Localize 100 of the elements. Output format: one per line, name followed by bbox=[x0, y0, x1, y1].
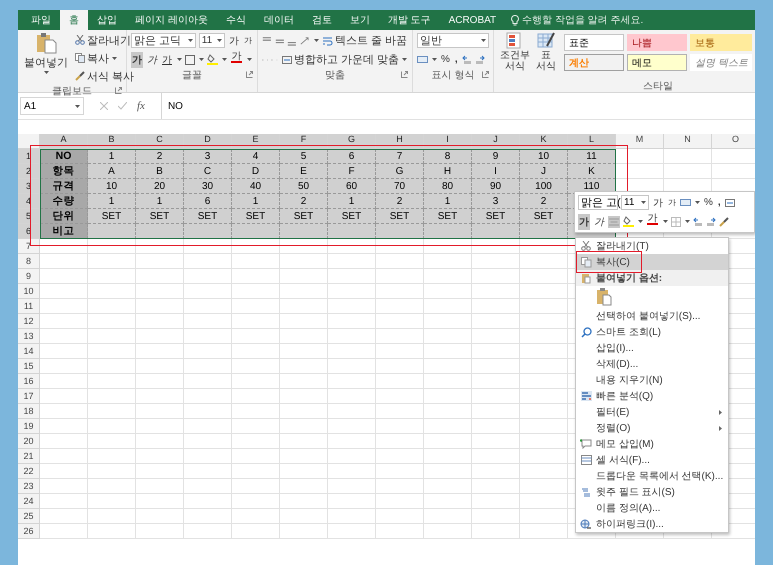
row-header[interactable]: 10 bbox=[18, 284, 40, 299]
comma-button[interactable]: , bbox=[716, 194, 722, 210]
paste-icon[interactable] bbox=[596, 288, 612, 306]
italic-button[interactable]: 가 bbox=[593, 214, 605, 230]
caret-icon[interactable] bbox=[481, 39, 486, 42]
caret-icon[interactable] bbox=[188, 39, 193, 42]
menu-item[interactable]: 윗주 필드 표시(S) bbox=[576, 484, 728, 500]
font-color-button[interactable]: 가 bbox=[646, 214, 659, 230]
format-painter-button[interactable]: 서식 복사 bbox=[74, 68, 136, 84]
ribbon-tab[interactable]: 파일 bbox=[22, 10, 60, 30]
paste-button[interactable]: 붙여넣기 bbox=[22, 32, 70, 84]
cell-style[interactable]: 나쁨 bbox=[627, 34, 687, 51]
fill-color-icon[interactable] bbox=[623, 216, 634, 227]
row-header[interactable]: 26 bbox=[18, 524, 40, 539]
menu-item[interactable]: 선택하여 붙여넣기(S)... bbox=[576, 308, 728, 324]
caret-icon[interactable] bbox=[199, 58, 204, 61]
caret-icon[interactable] bbox=[641, 201, 646, 204]
ribbon-tab[interactable]: 홈 bbox=[60, 10, 88, 30]
row-header[interactable]: 19 bbox=[18, 419, 40, 434]
check-icon[interactable] bbox=[118, 102, 127, 110]
column-header[interactable]: B bbox=[88, 134, 136, 149]
row-header[interactable]: 15 bbox=[18, 359, 40, 374]
ribbon-tab[interactable]: 수식 bbox=[216, 10, 255, 30]
row-header[interactable]: 13 bbox=[18, 329, 40, 344]
ribbon-tab[interactable]: 개발 도구 bbox=[378, 10, 440, 30]
ribbon-tab[interactable]: 페이지 레이아웃 bbox=[126, 10, 217, 30]
row-header[interactable]: 16 bbox=[18, 374, 40, 389]
currency-icon[interactable] bbox=[680, 198, 691, 208]
increase-decimal-icon[interactable] bbox=[693, 216, 703, 226]
bold-button[interactable]: 가 bbox=[578, 214, 590, 230]
font-color-button[interactable]: 가 bbox=[230, 52, 243, 68]
merge-cells-icon[interactable] bbox=[724, 198, 735, 208]
row-header[interactable]: 17 bbox=[18, 389, 40, 404]
row-header[interactable]: 12 bbox=[18, 314, 40, 329]
menu-item[interactable]: 필터(E) bbox=[576, 404, 728, 420]
menu-item[interactable]: 정렬(O) bbox=[576, 420, 728, 436]
dialog-launcher-icon[interactable] bbox=[482, 71, 489, 78]
row-header[interactable]: 25 bbox=[18, 509, 40, 524]
percent-button[interactable]: % bbox=[703, 194, 714, 210]
row-header[interactable]: 23 bbox=[18, 479, 40, 494]
column-header[interactable]: F bbox=[280, 134, 328, 149]
decrease-decimal-icon[interactable] bbox=[474, 54, 485, 64]
column-header[interactable]: D bbox=[184, 134, 232, 149]
dialog-launcher-icon[interactable] bbox=[246, 71, 253, 78]
menu-item[interactable]: 삭제(D)... bbox=[576, 356, 728, 372]
caret-icon[interactable] bbox=[217, 39, 222, 42]
ribbon-tab[interactable]: ACROBAT bbox=[440, 10, 506, 30]
table-format-button[interactable]: 표 서식 bbox=[534, 32, 558, 92]
column-header[interactable]: C bbox=[136, 134, 184, 149]
ribbon-tab[interactable]: 삽입 bbox=[88, 10, 126, 30]
row-header[interactable]: 24 bbox=[18, 494, 40, 509]
cell-style[interactable]: 표준 bbox=[564, 34, 624, 51]
lightbulb-icon[interactable] bbox=[511, 14, 520, 26]
caret-icon[interactable] bbox=[222, 58, 227, 61]
caret-icon[interactable] bbox=[663, 220, 668, 223]
row-header[interactable]: 18 bbox=[18, 404, 40, 419]
row-header[interactable]: 9 bbox=[18, 269, 40, 284]
menu-item[interactable]: 내용 지우기(N) bbox=[576, 372, 728, 388]
orientation-icon[interactable] bbox=[300, 34, 310, 46]
ribbon-tab[interactable]: 보기 bbox=[340, 10, 379, 30]
grow-font-button[interactable]: 가 bbox=[652, 194, 664, 210]
select-all-corner[interactable] bbox=[18, 134, 40, 149]
ribbon-tab[interactable]: 데이터 bbox=[254, 10, 303, 30]
row-header[interactable]: 8 bbox=[18, 254, 40, 269]
italic-button[interactable]: 가 bbox=[146, 52, 158, 68]
column-header[interactable]: L bbox=[568, 134, 616, 149]
decrease-decimal-icon[interactable] bbox=[706, 216, 716, 226]
row-header[interactable]: 22 bbox=[18, 464, 40, 479]
column-header[interactable]: I bbox=[424, 134, 472, 149]
caret-icon[interactable] bbox=[75, 104, 80, 108]
row-header[interactable]: 11 bbox=[18, 299, 40, 314]
menu-item[interactable]: 스마트 조회(L) bbox=[576, 324, 728, 340]
shrink-font-button[interactable]: 가 bbox=[243, 32, 253, 48]
menu-item[interactable]: 복사(C) bbox=[576, 254, 728, 270]
caret-icon[interactable] bbox=[695, 201, 700, 204]
formula-field[interactable]: NO bbox=[160, 93, 753, 119]
cell-style[interactable]: 보통 bbox=[690, 34, 752, 51]
comma-button[interactable]: , bbox=[454, 52, 459, 68]
dialog-launcher-icon[interactable] bbox=[115, 87, 122, 94]
menu-item[interactable]: 삽입(I)... bbox=[576, 340, 728, 356]
increase-decimal-icon[interactable] bbox=[462, 54, 472, 64]
font-name-field[interactable]: 맑은 고딕 bbox=[131, 33, 196, 48]
grow-font-button[interactable]: 가 bbox=[228, 32, 240, 48]
row-header[interactable]: 4 bbox=[18, 194, 40, 209]
bold-button[interactable]: 가 bbox=[131, 52, 143, 68]
brush-icon[interactable] bbox=[719, 216, 729, 226]
column-header[interactable]: A bbox=[40, 134, 88, 149]
row-header[interactable]: 1 bbox=[18, 149, 40, 164]
currency-icon[interactable] bbox=[417, 54, 428, 64]
fill-color-icon[interactable] bbox=[207, 54, 218, 65]
tell-me-field[interactable]: 수행할 작업을 알려 주세요. bbox=[522, 13, 644, 27]
menu-item[interactable]: 셀 서식(F)... bbox=[576, 452, 728, 468]
caret-icon[interactable] bbox=[44, 71, 49, 74]
border-icon[interactable] bbox=[185, 54, 195, 64]
name-box[interactable]: A1 bbox=[20, 97, 84, 115]
row-header[interactable]: 21 bbox=[18, 449, 40, 464]
column-header[interactable]: K bbox=[520, 134, 568, 149]
insert-function-button[interactable]: fx bbox=[137, 100, 145, 112]
font-name-field[interactable]: 맑은 고( bbox=[578, 195, 618, 210]
caret-icon[interactable] bbox=[177, 58, 182, 61]
